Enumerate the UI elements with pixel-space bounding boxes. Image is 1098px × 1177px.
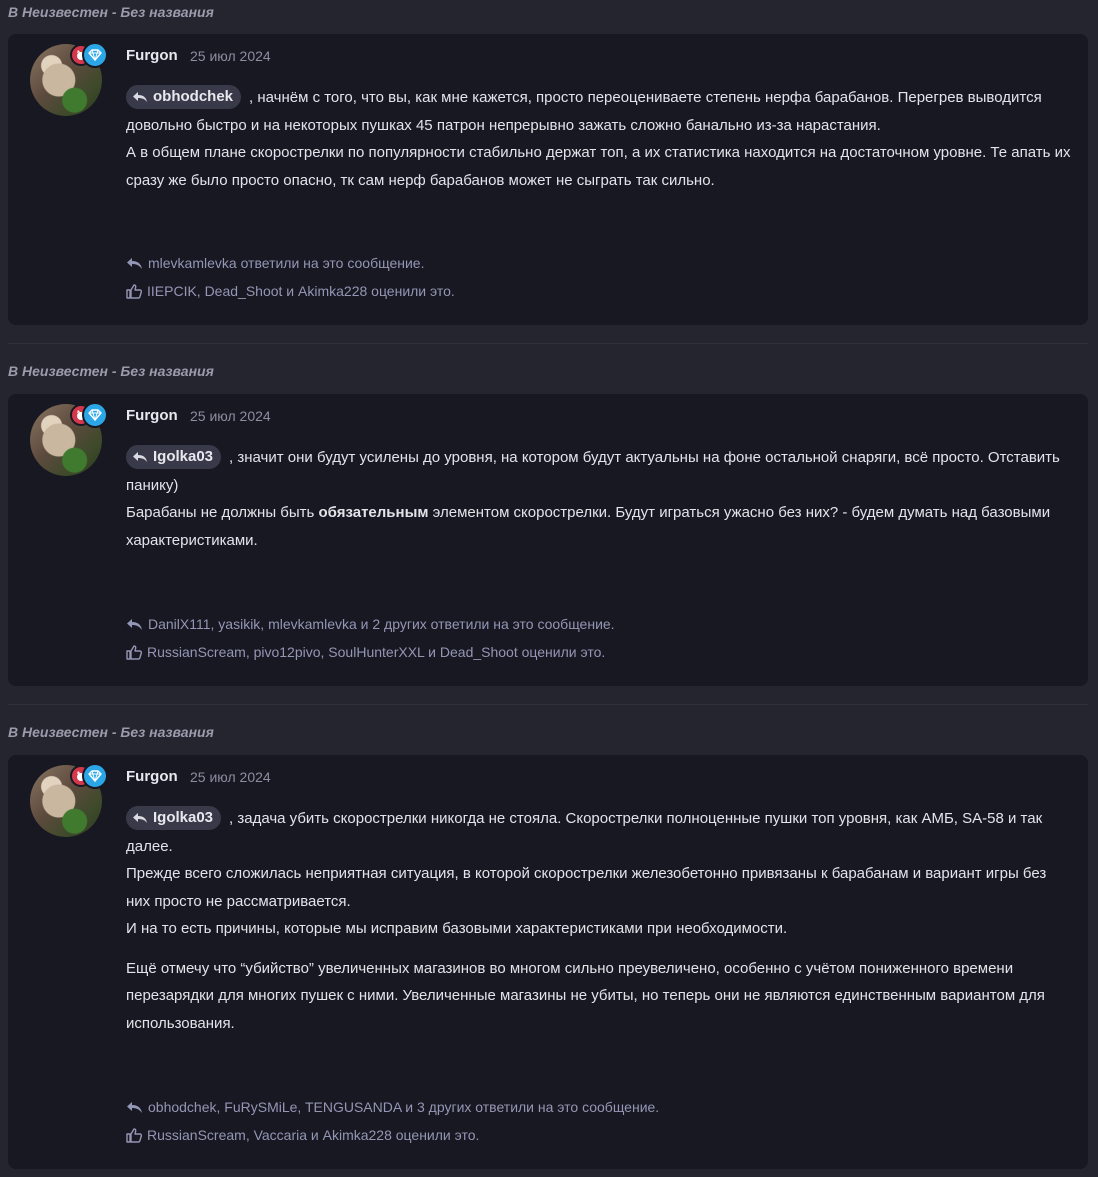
diamond-icon — [82, 402, 108, 428]
likes-line[interactable]: RussianScream, pivo12pivo, SoulHunterXXL… — [126, 644, 605, 660]
post-card: Furgon 25 июл 2024 obhodchek , начнём с … — [8, 34, 1088, 325]
diamond-icon — [82, 763, 108, 789]
replies-line[interactable]: obhodchek, FuRySMiLe, TENGUSANDA и 3 дру… — [126, 1099, 659, 1115]
likes-text[interactable]: IIEPCIK, Dead_Shoot и Akimka228 оценили … — [147, 283, 455, 299]
like-icon — [126, 644, 142, 660]
reply-icon — [133, 92, 147, 103]
replies-text[interactable]: obhodchek, FuRySMiLe, TENGUSANDA и 3 дру… — [148, 1099, 659, 1115]
reply-icon — [133, 813, 147, 824]
post-body: Igolka03 , задача убить скорострелки ник… — [126, 805, 1071, 1037]
like-icon — [126, 1127, 142, 1143]
post-text: Прежде всего сложилась неприятная ситуац… — [126, 865, 1047, 910]
post-card: Furgon 25 июл 2024 Igolka03 , значит они… — [8, 394, 1088, 686]
section-prefix: В — [8, 724, 19, 740]
post-body: obhodchek , начнём с того, что вы, как м… — [126, 84, 1071, 194]
post-text: И на то есть причины, которые мы исправи… — [126, 920, 788, 937]
like-icon — [126, 283, 142, 299]
post-author[interactable]: Furgon — [126, 407, 178, 424]
reply-icon — [127, 618, 142, 630]
mention-tag[interactable]: Igolka03 — [126, 445, 222, 470]
post-date[interactable]: 25 июл 2024 — [190, 408, 271, 424]
mention-tag[interactable]: obhodchek — [126, 85, 242, 110]
likes-text[interactable]: RussianScream, pivo12pivo, SoulHunterXXL… — [147, 644, 605, 660]
post-author[interactable]: Furgon — [126, 47, 178, 64]
section-prefix: В — [8, 363, 19, 379]
section-prefix: В — [8, 4, 19, 20]
post-text: Барабаны не должны быть — [126, 504, 319, 521]
section-title[interactable]: В Неизвестен - Без названия — [8, 724, 214, 740]
post-author[interactable]: Furgon — [126, 768, 178, 785]
mention-name: Igolka03 — [153, 448, 214, 466]
section-name[interactable]: Неизвестен - Без названия — [22, 724, 214, 740]
post-text-bold: обязательным — [318, 504, 429, 521]
likes-line[interactable]: RussianScream, Vaccaria и Akimka228 оцен… — [126, 1127, 479, 1143]
mention-tag[interactable]: Igolka03 — [126, 806, 222, 831]
post-text: , задача убить скорострелки никогда не с… — [126, 810, 1043, 855]
divider — [8, 343, 1088, 344]
post-text: , значит они будут усилены до уровня, на… — [126, 449, 1060, 494]
reply-icon — [127, 257, 142, 269]
replies-line[interactable]: mlevkamlevka ответили на это сообщение. — [126, 255, 424, 271]
replies-text[interactable]: mlevkamlevka ответили на это сообщение. — [148, 255, 424, 271]
post-card: Furgon 25 июл 2024 Igolka03 , задача уби… — [8, 755, 1088, 1169]
likes-text[interactable]: RussianScream, Vaccaria и Akimka228 оцен… — [147, 1127, 479, 1143]
reply-icon — [127, 1101, 142, 1113]
section-name[interactable]: Неизвестен - Без названия — [22, 363, 214, 379]
diamond-icon — [82, 42, 108, 68]
section-name[interactable]: Неизвестен - Без названия — [22, 4, 214, 20]
reply-icon — [133, 452, 147, 463]
likes-line[interactable]: IIEPCIK, Dead_Shoot и Akimka228 оценили … — [126, 283, 455, 299]
post-date[interactable]: 25 июл 2024 — [190, 48, 271, 64]
mention-name: obhodchek — [153, 88, 234, 106]
post-text: , начнём с того, что вы, как мне кажется… — [126, 89, 1042, 134]
divider — [8, 704, 1088, 705]
section-title[interactable]: В Неизвестен - Без названия — [8, 363, 214, 379]
post-text: Ещё отмечу что “убийство” увеличенных ма… — [126, 959, 1045, 1032]
replies-text[interactable]: DanilX111, yasikik, mlevkamlevka и 2 дру… — [148, 616, 615, 632]
post-text: А в общем плане скорострелки по популярн… — [126, 144, 1071, 189]
post-date[interactable]: 25 июл 2024 — [190, 769, 271, 785]
post-body: Igolka03 , значит они будут усилены до у… — [126, 444, 1071, 554]
replies-line[interactable]: DanilX111, yasikik, mlevkamlevka и 2 дру… — [126, 616, 615, 632]
mention-name: Igolka03 — [153, 809, 214, 827]
section-title[interactable]: В Неизвестен - Без названия — [8, 4, 214, 20]
